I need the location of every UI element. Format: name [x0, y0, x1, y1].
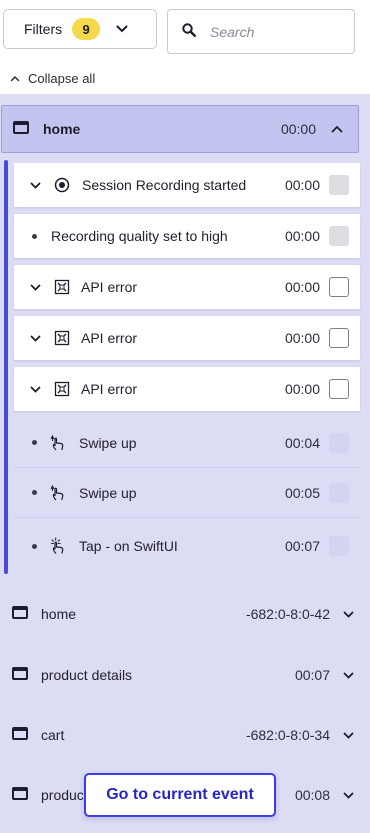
swipe-up-icon: [49, 434, 67, 452]
group-title: home: [43, 121, 81, 137]
filters-label: Filters: [24, 21, 63, 37]
screen-icon: [13, 121, 29, 137]
tap-icon: [49, 537, 67, 555]
filters-button[interactable]: Filters 9: [3, 9, 157, 49]
group-header-product-details[interactable]: product details 00:07: [0, 645, 370, 705]
record-icon: [53, 177, 71, 193]
chevron-up-icon: [331, 125, 343, 133]
group-time: -682:0-8:0-34: [245, 727, 330, 743]
event-label: API error: [81, 330, 138, 346]
group-header-home[interactable]: home 00:00: [1, 105, 359, 153]
event-row[interactable]: API error 00:00: [14, 367, 360, 411]
screen-icon: [12, 787, 28, 803]
event-time: 00:05: [284, 484, 320, 501]
event-row[interactable]: API error 00:00: [14, 265, 360, 309]
event-row[interactable]: Session Recording started 00:00: [14, 163, 360, 207]
event-checkbox[interactable]: [329, 328, 349, 348]
event-checkbox[interactable]: [329, 432, 349, 453]
chevron-down-icon[interactable]: [30, 182, 42, 189]
chevron-down-icon: [343, 732, 354, 739]
group-time: 00:00: [280, 121, 316, 137]
bullet-icon: [32, 490, 37, 495]
event-label: API error: [81, 381, 138, 397]
event-row[interactable]: Swipe up 00:04: [14, 418, 360, 468]
event-label: Tap - on SwiftUI: [79, 538, 178, 554]
event-time: 00:00: [284, 330, 320, 346]
search-input[interactable]: [210, 23, 340, 40]
event-row[interactable]: Tap - on SwiftUI 00:07: [14, 520, 360, 572]
collapse-all-label: Collapse all: [28, 70, 96, 86]
group-time: 00:08: [294, 787, 330, 803]
chevron-down-icon[interactable]: [30, 284, 42, 291]
group-time: -682:0-8:0-42: [245, 606, 330, 622]
chevron-down-icon: [343, 672, 354, 679]
event-checkbox[interactable]: [329, 277, 349, 297]
event-time: 00:07: [284, 538, 320, 554]
event-row[interactable]: API error 00:00: [14, 316, 360, 360]
search-box[interactable]: [167, 9, 355, 54]
filters-count-badge: 9: [72, 18, 101, 40]
event-time: 00:00: [284, 228, 320, 244]
event-row[interactable]: Recording quality set to high 00:00: [14, 214, 360, 258]
api-error-icon: [53, 330, 71, 346]
chevron-down-icon: [343, 611, 354, 618]
chevron-down-icon[interactable]: [30, 386, 42, 393]
swipe-up-icon: [49, 484, 67, 502]
group-title: cart: [41, 727, 65, 743]
group-title: product details: [41, 667, 133, 683]
group-title: home: [41, 606, 77, 622]
event-label: Recording quality set to high: [51, 228, 228, 244]
group-time: 00:07: [294, 667, 330, 683]
bullet-icon: [32, 440, 37, 445]
screen-icon: [12, 667, 28, 683]
event-time: 00:00: [284, 279, 320, 295]
event-checkbox[interactable]: [329, 226, 349, 246]
event-checkbox[interactable]: [329, 536, 349, 556]
event-checkbox[interactable]: [329, 175, 349, 195]
event-time: 00:00: [284, 381, 320, 397]
bullet-icon: [32, 233, 37, 239]
chevron-down-icon: [343, 792, 354, 799]
event-checkbox[interactable]: [329, 379, 349, 399]
chevron-up-icon: [10, 75, 20, 82]
api-error-icon: [53, 279, 71, 295]
event-time: 00:04: [284, 434, 320, 451]
event-checkbox[interactable]: [329, 482, 349, 503]
active-group-indicator: [4, 160, 8, 574]
bullet-icon: [32, 543, 37, 549]
search-icon: [182, 23, 196, 40]
go-to-current-event-button[interactable]: Go to current event: [84, 773, 276, 817]
chevron-down-icon[interactable]: [30, 335, 42, 342]
collapse-all-button[interactable]: Collapse all: [0, 62, 370, 94]
group-header-home[interactable]: home -682:0-8:0-42: [0, 584, 370, 644]
event-label: Swipe up: [79, 484, 137, 501]
event-label: API error: [81, 279, 138, 295]
event-row[interactable]: Swipe up 00:05: [14, 468, 360, 518]
screen-icon: [12, 606, 28, 622]
screen-icon: [12, 727, 28, 743]
api-error-icon: [53, 381, 71, 397]
event-label: Session Recording started: [82, 177, 247, 193]
event-time: 00:00: [284, 177, 320, 193]
event-label: Swipe up: [79, 434, 137, 451]
chevron-down-icon: [116, 25, 128, 33]
group-header-cart[interactable]: cart -682:0-8:0-34: [0, 705, 370, 765]
toolbar: Filters 9: [0, 0, 370, 62]
